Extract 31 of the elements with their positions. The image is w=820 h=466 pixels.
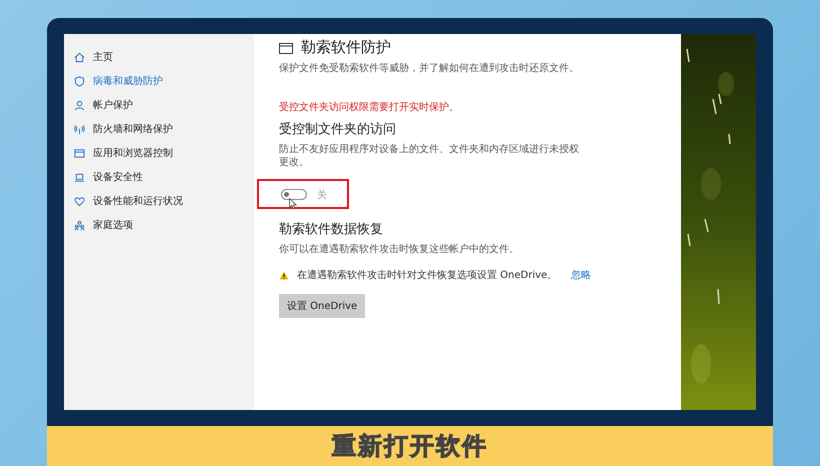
person-icon: [74, 100, 85, 110]
window-icon: [74, 148, 85, 158]
section-title: 勒索软件数据恢复: [279, 220, 383, 238]
sidebar-item[interactable]: 应用和浏览器控制: [64, 144, 254, 162]
sidebar-item[interactable]: 防火墙和网络保护: [64, 120, 254, 138]
section-description: 保护文件免受勒索软件等威胁，并了解如何在遭到攻击时还原文件。: [279, 62, 579, 76]
cursor-icon: [289, 198, 297, 210]
toggle-switch[interactable]: [281, 189, 307, 200]
sidebar-item[interactable]: 家庭选项: [64, 216, 254, 234]
notice-text: 在遭遇勒索软件攻击时针对文件恢复选项设置 OneDrive。: [297, 268, 558, 282]
home-icon: [74, 52, 85, 62]
sidebar-item[interactable]: 设备性能和运行状况: [64, 192, 254, 210]
laptop-icon: [74, 172, 85, 182]
section-description: 你可以在遭遇勒索软件攻击时恢复这些帐户中的文件。: [279, 242, 520, 256]
section-title: 勒索软件防护: [301, 38, 391, 57]
section-title: 受控制文件夹的访问: [279, 120, 396, 138]
shield-icon: [74, 76, 85, 86]
warning-icon: [279, 270, 289, 280]
section-description: 防止不友好应用程序对设备上的文件、文件夹和内存区域进行未授权更改。: [279, 142, 579, 170]
sidebar-item[interactable]: 帐户保护: [64, 96, 254, 114]
toggle-label: 关: [317, 188, 327, 202]
antenna-icon: [74, 124, 85, 134]
setup-onedrive-button[interactable]: 设置 OneDrive: [279, 294, 366, 318]
sidebar-item[interactable]: 主页: [64, 48, 254, 66]
sidebar-item[interactable]: 设备安全性: [64, 168, 254, 186]
caption-text: 重新打开软件: [332, 431, 488, 462]
sidebar-item[interactable]: 病毒和威胁防护: [64, 72, 254, 90]
heart-icon: [74, 196, 85, 206]
family-icon: [74, 220, 85, 230]
dismiss-link[interactable]: 忽略: [571, 268, 592, 282]
warning-text: 受控文件夹访问权限需要打开实时保护。: [279, 100, 459, 114]
